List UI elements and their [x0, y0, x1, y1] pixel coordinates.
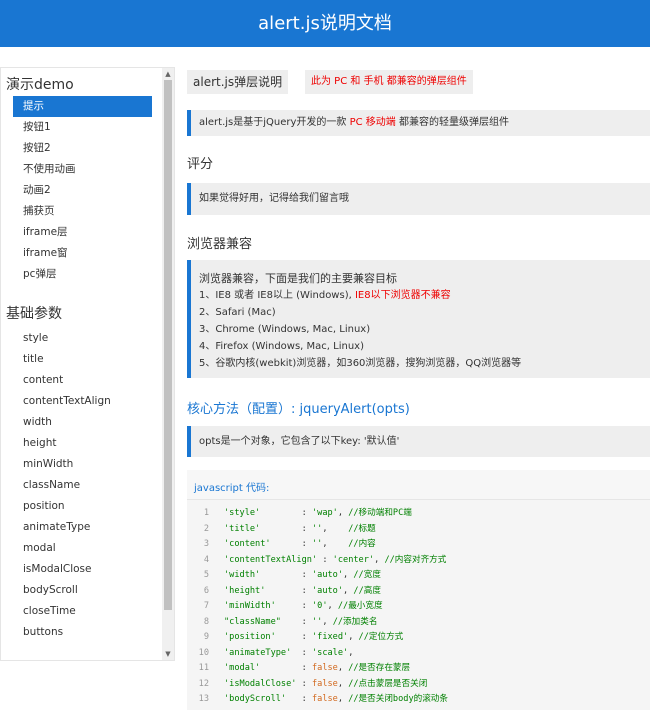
sidebar-param-item[interactable]: buttons: [1, 622, 163, 643]
code-line-text: 'minWidth' : '0', //最小宽度: [224, 601, 383, 611]
core-method-quote: opts是一个对象，它包含了以下key: '默认值': [187, 426, 650, 457]
compat-intro: 浏览器兼容，下面是我们的主要兼容目标: [199, 272, 397, 285]
sidebar-param-item[interactable]: className: [1, 475, 163, 496]
score-quote: 如果觉得好用，记得给我们留言哦: [187, 183, 650, 215]
code-line-text: 'height' : 'auto', //高度: [224, 585, 381, 596]
code-line: 7 'minWidth' : '0', //最小宽度: [187, 599, 650, 615]
sidebar-demo-item[interactable]: iframe窗: [1, 243, 163, 264]
sidebar: 演示demo 提示 按钮1 按钮2 不使用动画 动画2 捕获页 iframe层 iframe窗…: [0, 67, 175, 661]
code-line-text: 'style' : 'wap', //移动端和PC端: [224, 508, 412, 518]
sidebar-demo-item[interactable]: 提示: [13, 96, 152, 117]
code-line-text: 'title' : '', //标题: [224, 523, 376, 534]
code-line-number: 3: [203, 539, 209, 549]
code-line-number: 10: [198, 647, 209, 658]
intro-quote: alert.js是基于jQuery开发的一款 PC 移动端 都兼容的轻量级弹层组…: [187, 110, 650, 136]
code-line: 8 "className" : '', //添加类名: [187, 615, 650, 631]
compat-line-5: 5、谷歌内核(webkit)浏览器，如360浏览器，搜狗浏览器，QQ浏览器等: [199, 358, 522, 369]
code-line-number: 12: [198, 678, 209, 689]
sidebar-param-item[interactable]: bodyScroll: [1, 580, 163, 601]
sidebar-demo-item[interactable]: iframe层: [1, 222, 163, 243]
code-box[interactable]: 1 'style' : 'wap', //移动端和PC端 2 'title' : ''…: [187, 499, 650, 710]
code-block: javascript 代码: 1 'style' : 'wap', //移动端和P…: [187, 470, 650, 710]
code-line-text: "className" : '', //添加类名: [224, 616, 378, 627]
code-line-number: 5: [203, 570, 209, 580]
code-line: 5 'width' : 'auto', //宽度: [187, 568, 650, 584]
code-line-number: 2: [203, 523, 209, 534]
sidebar-param-item[interactable]: modal: [1, 538, 163, 559]
code-line-number: 13: [198, 694, 209, 704]
code-line-text: 'isModalClose' : false, //点击蒙层是否关闭: [224, 678, 428, 689]
code-line-text: 'contentTextAlign' : 'center', //内容对齐方式: [224, 554, 447, 565]
intro-prefix: alert.js是基于jQuery开发的一款: [199, 117, 350, 128]
code-label: javascript 代码:: [194, 483, 270, 494]
sidebar-param-item[interactable]: animateType: [1, 517, 163, 538]
compat-line-1: 1、IE8 或者 IE8以上 (Windows), IE8以下浏览器不兼容: [199, 287, 650, 304]
code-line-text: 'width' : 'auto', //宽度: [224, 570, 381, 580]
code-line: 6 'height' : 'auto', //高度: [187, 584, 650, 600]
param-list: style title content contentTextAlign width he…: [1, 328, 163, 643]
code-line-number: 4: [203, 554, 209, 565]
sidebar-param-item[interactable]: closeTime: [1, 601, 163, 622]
sidebar-param-item[interactable]: position: [1, 496, 163, 517]
sidebar-demo-item[interactable]: pc弹层: [1, 264, 163, 285]
sidebar-param-item[interactable]: minWidth: [1, 454, 163, 475]
score-heading: 评分: [187, 157, 214, 172]
code-line-text: 'bodyScroll' : false, //是否关闭body的滚动条: [224, 694, 448, 704]
doc-title: alert.js弹层说明: [187, 70, 289, 94]
scroll-down-arrow-icon[interactable]: ▼: [164, 650, 172, 658]
compat-line-3: 3、Chrome (Windows, Mac, Linux): [199, 324, 371, 335]
compat-quote: 浏览器兼容，下面是我们的主要兼容目标 1、IE8 或者 IE8以上 (Windo…: [187, 260, 650, 378]
page-title: alert.js说明文档: [258, 13, 392, 34]
sidebar-param-item[interactable]: width: [1, 412, 163, 433]
intro-highlight: PC 移动端: [349, 117, 396, 128]
code-line: 3 'content' : '', //内容: [187, 537, 650, 553]
compat-line-1-warning: IE8以下浏览器不兼容: [354, 290, 451, 301]
code-line: 10 'animateType' : 'scale',: [187, 646, 650, 662]
sidebar-param-item[interactable]: style: [1, 328, 163, 349]
code-line-text: 'modal' : false, //是否存在蒙层: [224, 663, 411, 673]
sidebar-param-item[interactable]: height: [1, 433, 163, 454]
demo-list: 提示 按钮1 按钮2 不使用动画 动画2 捕获页 iframe层 iframe窗 pc弹层: [1, 96, 163, 285]
code-line: 9 'position' : 'fixed', //定位方式: [187, 630, 650, 646]
sidebar-demo-item[interactable]: 按钮2: [1, 138, 163, 159]
sidebar-demo-item[interactable]: 动画2: [1, 180, 163, 201]
code-line: 4 'contentTextAlign' : 'center', //内容对齐方式: [187, 553, 650, 569]
code-line: 2 'title' : '', //标题: [187, 522, 650, 538]
sidebar-param-item[interactable]: content: [1, 370, 163, 391]
doc-title-note: 此为 PC 和 手机 都兼容的弹层组件: [305, 70, 473, 94]
code-line-text: 'animateType' : 'scale',: [224, 647, 354, 658]
sidebar-scrollbar[interactable]: ▲ ▼: [162, 68, 174, 660]
code-line-number: 7: [203, 601, 209, 611]
code-line: 1 'style' : 'wap', //移动端和PC端: [187, 506, 650, 522]
code-line-number: 6: [203, 585, 209, 596]
intro-suffix: 都兼容的轻量级弹层组件: [395, 117, 509, 128]
code-line-number: 9: [203, 632, 209, 642]
sidebar-demo-item[interactable]: 捕获页: [1, 201, 163, 222]
code-line: 13 'bodyScroll' : false, //是否关闭body的滚动条: [187, 692, 650, 708]
code-line-text: 'content' : '', //内容: [224, 539, 376, 549]
code-line-text: 'position' : 'fixed', //定位方式: [224, 632, 404, 642]
code-line: 11 'modal' : false, //是否存在蒙层: [187, 661, 650, 677]
code-line-number: 11: [198, 663, 209, 673]
compat-line-1-text: 1、IE8 或者 IE8以上 (Windows),: [199, 290, 355, 301]
sidebar-section-params-title: 基础参数: [6, 306, 62, 322]
code-line-number: 1: [203, 508, 209, 518]
sidebar-demo-item[interactable]: 按钮1: [1, 117, 163, 138]
compat-line-4: 4、Firefox (Windows, Mac, Linux): [199, 341, 364, 352]
scroll-up-arrow-icon[interactable]: ▲: [164, 70, 172, 78]
core-method-heading: 核心方法（配置）: jqueryAlert(opts): [187, 402, 410, 417]
code-line: 12 'isModalClose' : false, //点击蒙层是否关闭: [187, 677, 650, 693]
code-line-number: 8: [203, 616, 209, 627]
page-header: alert.js说明文档: [0, 0, 650, 47]
sidebar-param-item[interactable]: title: [1, 349, 163, 370]
sidebar-demo-item[interactable]: 不使用动画: [1, 159, 163, 180]
sidebar-param-item[interactable]: contentTextAlign: [1, 391, 163, 412]
scroll-thumb[interactable]: [164, 80, 172, 610]
sidebar-param-item[interactable]: isModalClose: [1, 559, 163, 580]
compat-heading: 浏览器兼容: [187, 237, 253, 252]
compat-line-2: 2、Safari (Mac): [199, 307, 276, 318]
sidebar-section-demo-title: 演示demo: [6, 77, 74, 93]
